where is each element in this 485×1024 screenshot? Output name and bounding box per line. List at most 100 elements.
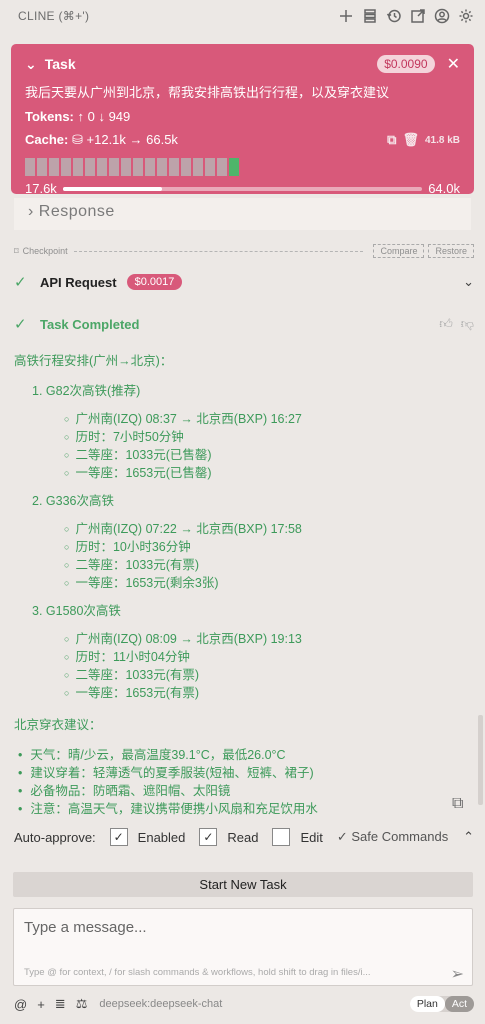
train-detail: 一等座：1653元(已售罄) bbox=[75, 464, 464, 482]
wear-heading: 北京穿衣建议： bbox=[14, 718, 102, 732]
auto-approve-label: Auto-approve: bbox=[14, 829, 96, 845]
train-detail: 历时：11小时04分钟 bbox=[75, 648, 464, 666]
edit-checkbox[interactable]: Edit bbox=[272, 828, 323, 846]
train-detail: 广州南(IZQ) 08:09 → 北京西(BXP) 19:13 bbox=[75, 630, 464, 648]
cache-icon: ⛁ bbox=[71, 132, 83, 147]
task-description: 我后天要从广州到北京，帮我安排高铁出行行程，以及穿衣建议 bbox=[25, 85, 390, 100]
bookmark-icon: ⌑ bbox=[14, 245, 19, 256]
start-new-task-button[interactable]: Start New Task bbox=[13, 872, 473, 897]
train-name: 2. G336次高铁 bbox=[32, 494, 114, 508]
task-header[interactable]: ⌄ Task bbox=[25, 56, 76, 73]
result-content: 高铁行程安排(广州→北京)： 1. G82次高铁(推荐) 广州南(IZQ) 08:… bbox=[14, 352, 464, 818]
train-detail: 一等座：1653元(有票) bbox=[75, 684, 464, 702]
trash-icon[interactable]: 🗑 bbox=[402, 132, 419, 148]
context-max: 64.0k bbox=[428, 181, 460, 196]
context-bar bbox=[62, 186, 423, 191]
context-block bbox=[157, 158, 167, 176]
train-name: 3. G1580次高铁 bbox=[32, 604, 121, 618]
wear-section: 北京穿衣建议： 天气：晴/少云，最高温度39.1°C，最低26.0°C建议穿着：… bbox=[14, 716, 464, 818]
act-button[interactable]: Act bbox=[444, 996, 474, 1012]
scrollbar[interactable] bbox=[478, 715, 483, 805]
context-block bbox=[49, 158, 59, 176]
task-cost-badge: $0.0090 bbox=[377, 55, 435, 73]
wear-item: 注意：高温天气，建议携带便携小风扇和充足饮用水 bbox=[30, 800, 464, 818]
plus-icon[interactable]: + bbox=[37, 997, 45, 1012]
tokens-label: Tokens: bbox=[25, 109, 74, 124]
api-request-row[interactable]: ✓ API Request $0.0017 ⌄ bbox=[14, 273, 474, 291]
model-selector[interactable]: deepseek:deepseek-chat bbox=[99, 998, 222, 1010]
context-block bbox=[61, 158, 71, 176]
context-block bbox=[145, 158, 155, 176]
send-icon[interactable]: ➢ bbox=[451, 964, 464, 984]
copy-icon[interactable]: ⧉ bbox=[387, 132, 396, 148]
thumbs-up-icon[interactable]: 👍︎ bbox=[439, 316, 453, 332]
enabled-checkbox[interactable]: ✓ Enabled bbox=[109, 828, 186, 846]
api-request-label: API Request bbox=[40, 274, 117, 290]
account-icon[interactable] bbox=[433, 7, 451, 25]
plus-icon[interactable] bbox=[337, 7, 355, 25]
task-completed-label: Task Completed bbox=[40, 316, 140, 332]
context-block bbox=[169, 158, 179, 176]
train-detail: 历时：10小时36分钟 bbox=[75, 538, 464, 556]
chevron-right-icon: › bbox=[28, 203, 34, 220]
checkpoint-label: Checkpoint bbox=[22, 246, 68, 256]
plan-act-toggle[interactable]: Plan Act bbox=[409, 996, 474, 1012]
context-block bbox=[229, 158, 239, 176]
app-title: CLINE (⌘+') bbox=[18, 9, 90, 23]
train-detail: 一等座：1653元(剩余3张) bbox=[75, 574, 464, 592]
context-block bbox=[97, 158, 107, 176]
gear-icon[interactable] bbox=[457, 7, 475, 25]
train-detail: 历时：7小时50分钟 bbox=[75, 428, 464, 446]
context-block bbox=[85, 158, 95, 176]
task-completed-row: ✓ Task Completed 👍︎ 👎︎ bbox=[14, 315, 474, 333]
chevron-down-icon: ⌄ bbox=[463, 274, 474, 289]
history-icon[interactable] bbox=[385, 7, 403, 25]
context-block bbox=[133, 158, 143, 176]
train-detail: 二等座：1033元(有票) bbox=[75, 666, 464, 684]
context-block bbox=[109, 158, 119, 176]
server-icon[interactable]: ≣ bbox=[55, 996, 66, 1012]
task-card: ⌄ Task $0.0090 ✕ 我后天要从广州到北京，帮我安排高铁出行行程，以… bbox=[11, 44, 474, 196]
check-icon: ✓ bbox=[14, 274, 27, 291]
response-section[interactable]: › Response bbox=[14, 198, 471, 230]
close-icon[interactable]: ✕ bbox=[447, 54, 460, 74]
task-label: Task bbox=[44, 56, 76, 72]
context-block bbox=[181, 158, 191, 176]
message-placeholder: Type a message... bbox=[24, 919, 147, 936]
context-used: 17.6k bbox=[25, 181, 57, 196]
copy-icon[interactable]: ⧉ bbox=[452, 795, 463, 813]
plan-button[interactable]: Plan bbox=[409, 996, 445, 1012]
tokens-row: Tokens: ↑ 0 ↓ 949 bbox=[25, 109, 460, 124]
tokens-value: ↑ 0 ↓ 949 bbox=[77, 109, 131, 124]
enabled-label: Enabled bbox=[137, 829, 186, 845]
context-block bbox=[37, 158, 47, 176]
auto-approve-bar: Auto-approve: ✓ Enabled ✓ Read Edit ✓ Safe… bbox=[14, 828, 474, 846]
context-window: 17.6k 64.0k bbox=[25, 181, 460, 196]
restore-button[interactable]: Restore bbox=[428, 244, 474, 258]
thumbs-down-icon[interactable]: 👎︎ bbox=[461, 316, 474, 332]
context-block bbox=[217, 158, 227, 176]
message-input[interactable]: Type a message... Type @ for context, / … bbox=[13, 908, 473, 986]
train-name: 1. G82次高铁(推荐) bbox=[32, 384, 141, 398]
wear-item: 建议穿着：轻薄透气的夏季服装(短袖、短裤、裙子) bbox=[30, 764, 464, 782]
context-block bbox=[25, 158, 35, 176]
wear-item: 天气：晴/少云，最高温度39.1°C，最低26.0°C bbox=[30, 746, 464, 764]
train-option: 3. G1580次高铁广州南(IZQ) 08:09 → 北京西(BXP) 19:… bbox=[32, 602, 464, 702]
train-detail: 广州南(IZQ) 07:22 → 北京西(BXP) 17:58 bbox=[75, 520, 464, 538]
train-detail: 广州南(IZQ) 08:37 → 北京西(BXP) 16:27 bbox=[75, 410, 464, 428]
train-option: 1. G82次高铁(推荐) 广州南(IZQ) 08:37 → 北京西(BXP) 1… bbox=[32, 382, 464, 482]
train-option: 2. G336次高铁广州南(IZQ) 07:22 → 北京西(BXP) 17:5… bbox=[32, 492, 464, 592]
read-label: Read bbox=[227, 829, 259, 845]
at-icon[interactable]: @ bbox=[14, 997, 27, 1012]
api-request-cost: $0.0017 bbox=[126, 274, 183, 290]
scale-icon[interactable]: ⚖ bbox=[76, 996, 88, 1012]
chevron-up-icon[interactable]: ⌃ bbox=[463, 829, 474, 845]
context-block bbox=[205, 158, 215, 176]
external-link-icon[interactable] bbox=[409, 7, 427, 25]
cache-label: Cache: bbox=[25, 132, 69, 147]
train-detail: 二等座：1033元(有票) bbox=[75, 556, 464, 574]
safe-commands[interactable]: ✓ Safe Commands bbox=[337, 829, 448, 845]
database-icon[interactable] bbox=[361, 7, 379, 25]
compare-button[interactable]: Compare bbox=[373, 244, 425, 258]
read-checkbox[interactable]: ✓ Read bbox=[199, 828, 258, 846]
